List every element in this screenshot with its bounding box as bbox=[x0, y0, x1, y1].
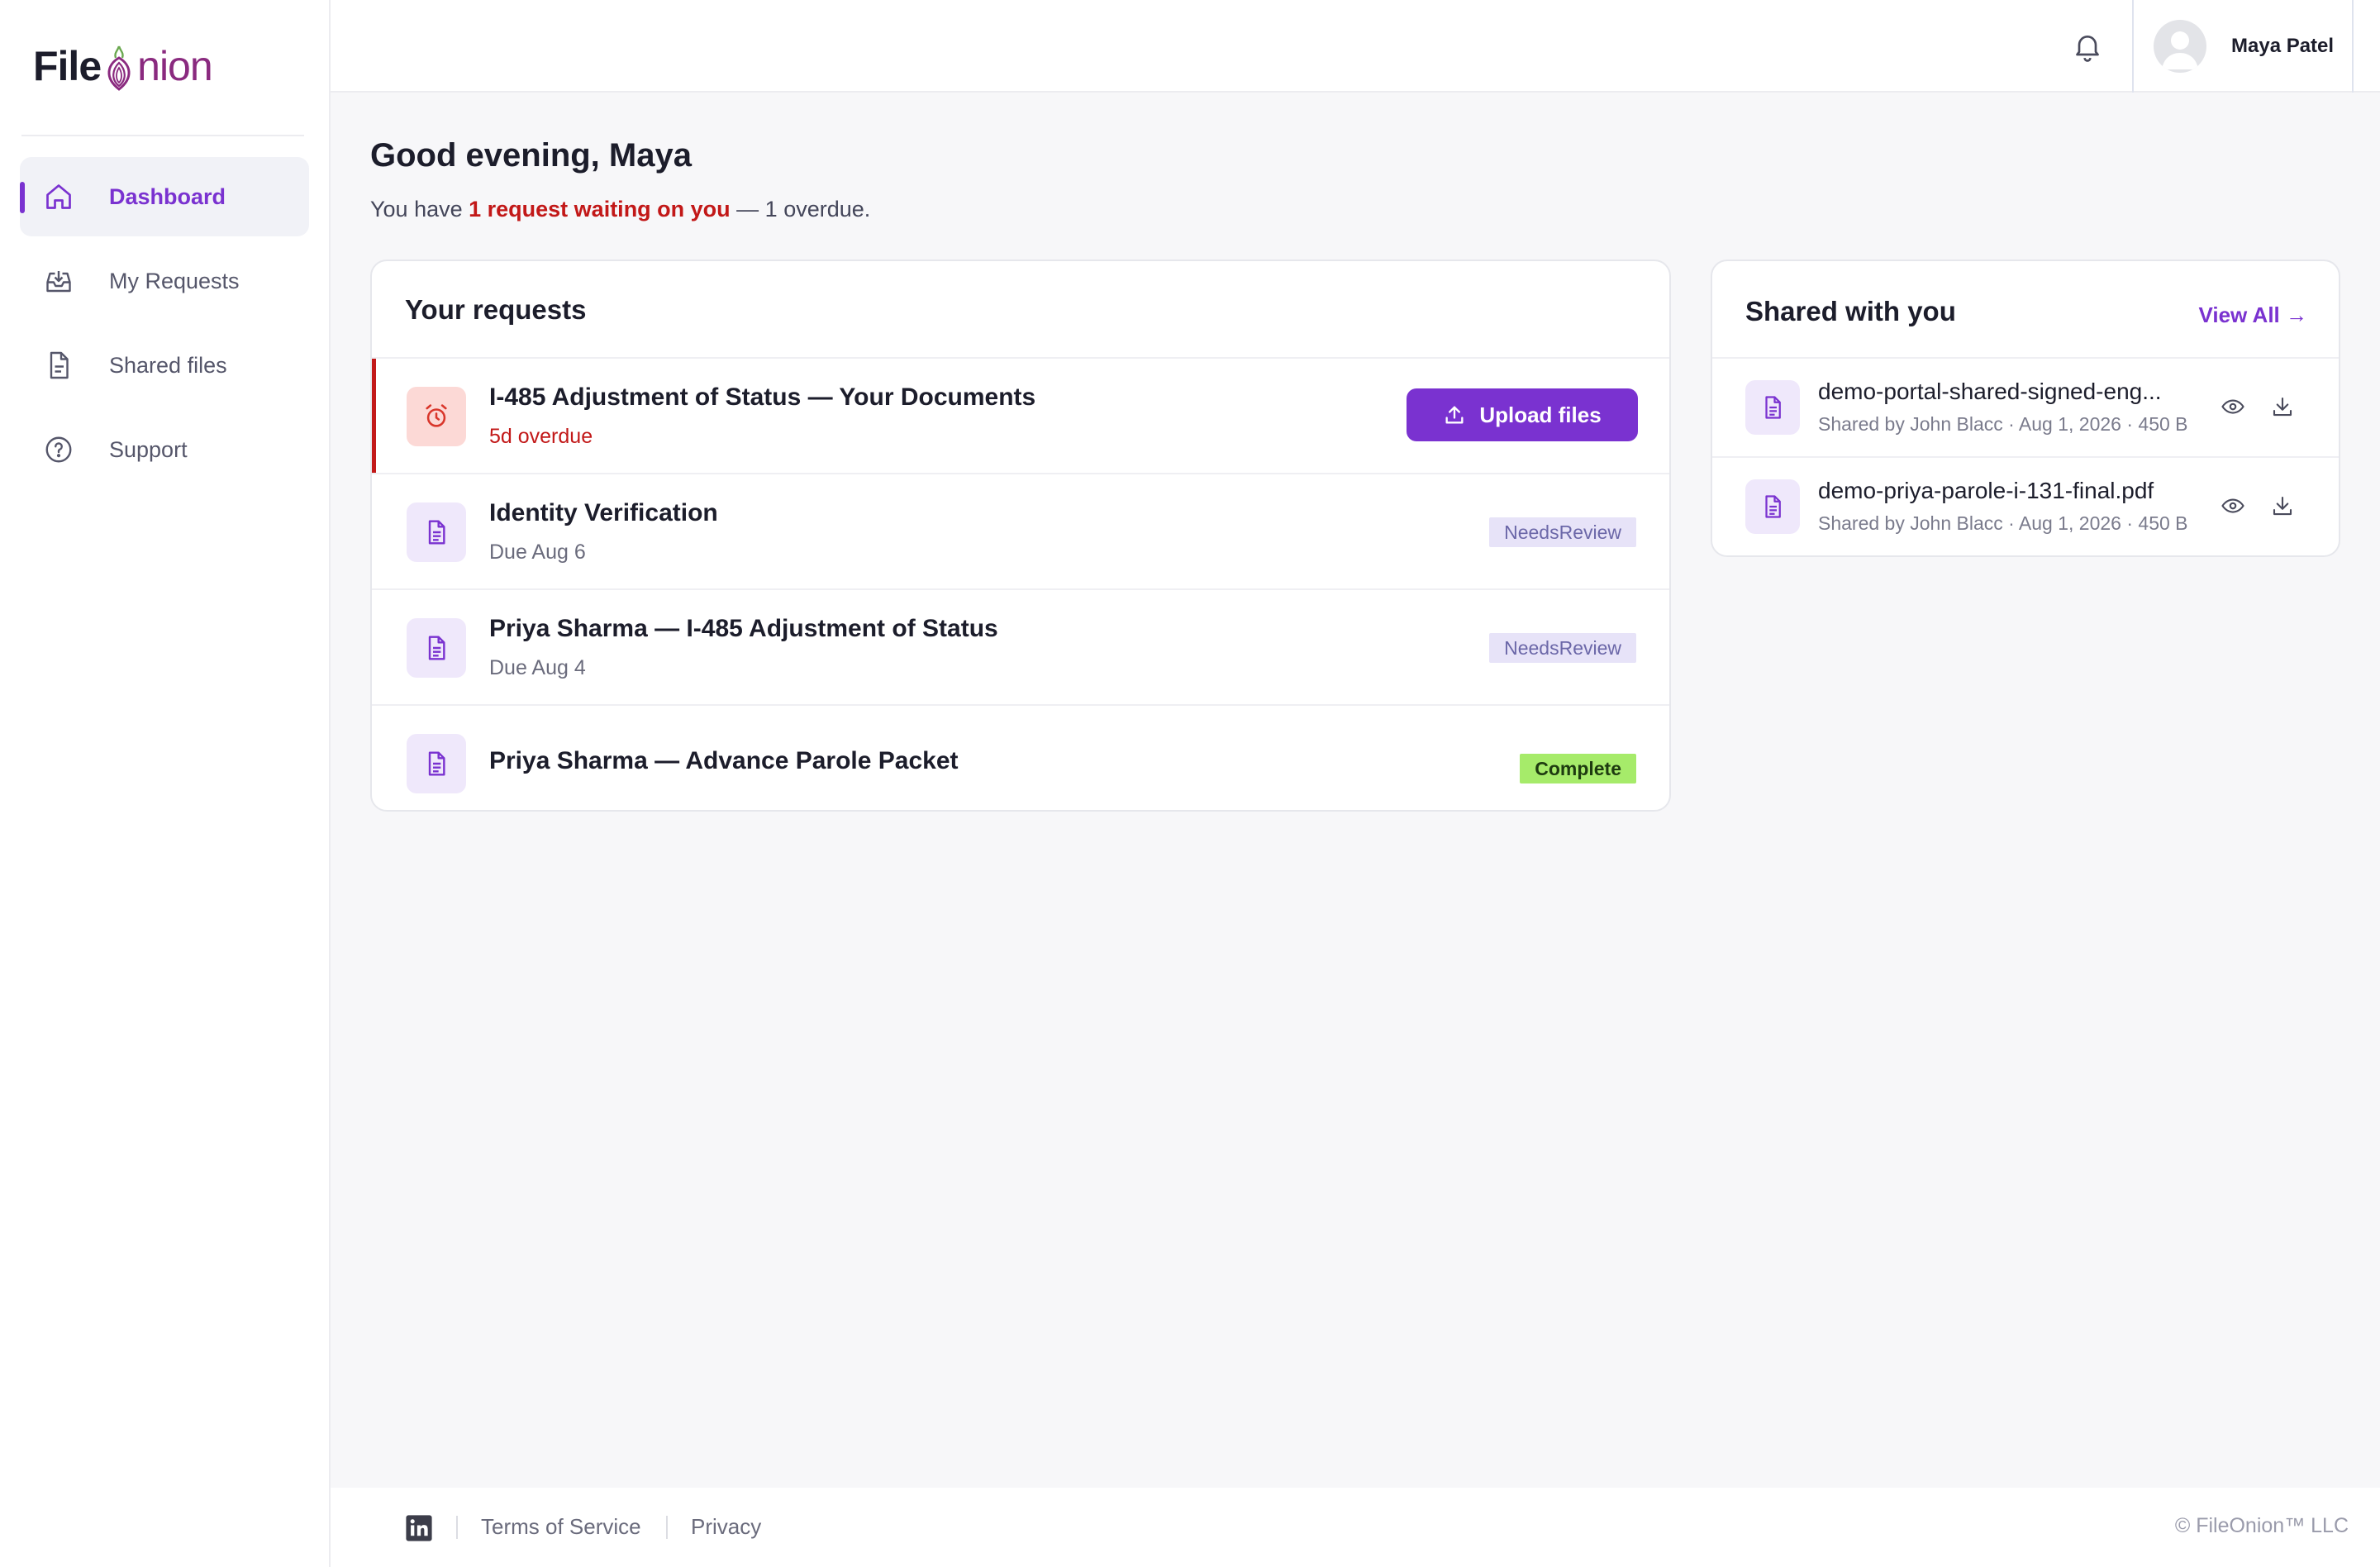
request-row[interactable]: Priya Sharma — I-485 Adjustment of Statu… bbox=[372, 588, 1669, 704]
eye-icon[interactable] bbox=[2218, 491, 2248, 521]
subtitle-prefix: You have bbox=[370, 197, 469, 221]
page-title: Good evening, Maya bbox=[370, 137, 692, 174]
sidebar-divider bbox=[21, 135, 304, 136]
request-overdue-label: 5d overdue bbox=[489, 425, 593, 448]
sidebar-item-label: Dashboard bbox=[109, 183, 226, 209]
logo-text-onion: nion bbox=[137, 43, 213, 89]
shared-files-card: Shared with you View All → demo-portal-s… bbox=[1711, 260, 2340, 557]
document-icon bbox=[407, 618, 466, 678]
document-icon bbox=[407, 734, 466, 793]
status-badge: NeedsReview bbox=[1489, 517, 1636, 547]
document-icon bbox=[407, 502, 466, 562]
status-badge: NeedsReview bbox=[1489, 633, 1636, 663]
user-menu[interactable]: Maya Patel bbox=[2132, 0, 2354, 93]
footer-divider bbox=[456, 1516, 458, 1539]
sidebar-item-my-requests[interactable]: My Requests bbox=[20, 241, 309, 321]
status-badge: Complete bbox=[1520, 754, 1636, 784]
shared-file-name: demo-portal-shared-signed-eng... bbox=[1818, 379, 2162, 404]
linkedin-icon[interactable] bbox=[405, 1514, 433, 1542]
request-title: I-485 Adjustment of Status — Your Docume… bbox=[489, 383, 1036, 411]
request-due-date: Due Aug 4 bbox=[489, 656, 586, 679]
user-name: Maya Patel bbox=[2231, 35, 2335, 57]
onion-logo-icon bbox=[107, 45, 131, 91]
shared-file-row[interactable]: demo-priya-parole-i-131-final.pdf Shared… bbox=[1712, 456, 2339, 555]
request-row[interactable]: Priya Sharma — Advance Parole Packet Com… bbox=[372, 704, 1669, 810]
download-icon[interactable] bbox=[2268, 392, 2297, 422]
eye-icon[interactable] bbox=[2218, 392, 2248, 422]
inbox-icon bbox=[43, 265, 74, 297]
upload-files-label: Upload files bbox=[1479, 402, 1602, 427]
request-row[interactable]: I-485 Adjustment of Status — Your Docume… bbox=[372, 357, 1669, 473]
sidebar-nav: Dashboard My Requests Shared files Suppo… bbox=[20, 157, 309, 494]
sidebar-item-label: Support bbox=[109, 436, 188, 462]
sidebar-item-dashboard[interactable]: Dashboard bbox=[20, 157, 309, 236]
sidebar-item-support[interactable]: Support bbox=[20, 410, 309, 489]
shared-file-name: demo-priya-parole-i-131-final.pdf bbox=[1818, 478, 2154, 503]
requests-card-title: Your requests bbox=[405, 294, 587, 325]
sidebar-item-label: Shared files bbox=[109, 352, 227, 378]
help-circle-icon bbox=[43, 434, 74, 465]
view-all-link[interactable]: View All → bbox=[2199, 302, 2308, 328]
document-icon bbox=[1745, 380, 1800, 435]
logo[interactable]: File nion bbox=[33, 33, 213, 99]
copyright: © FileOnion™ LLC bbox=[2174, 1514, 2349, 1537]
upload-icon bbox=[1445, 406, 1464, 424]
request-title: Identity Verification bbox=[489, 499, 718, 526]
request-due-date: Due Aug 6 bbox=[489, 541, 586, 564]
request-title: Priya Sharma — Advance Parole Packet bbox=[489, 747, 959, 774]
logo-text-file: File bbox=[33, 43, 102, 89]
alarm-clock-icon bbox=[407, 387, 466, 446]
sidebar: File nion Dashboard My Requests Shared f… bbox=[0, 0, 331, 1567]
request-title: Priya Sharma — I-485 Adjustment of Statu… bbox=[489, 615, 998, 642]
file-icon bbox=[43, 350, 74, 381]
bell-icon[interactable] bbox=[2071, 30, 2104, 63]
avatar bbox=[2154, 20, 2206, 73]
upload-files-button[interactable]: Upload files bbox=[1407, 388, 1638, 441]
shared-file-row[interactable]: demo-portal-shared-signed-eng... Shared … bbox=[1712, 357, 2339, 456]
shared-card-title: Shared with you bbox=[1745, 296, 1956, 326]
subtitle-suffix: — 1 overdue. bbox=[730, 197, 871, 221]
document-icon bbox=[1745, 479, 1800, 534]
footer-divider bbox=[666, 1516, 668, 1539]
shared-file-meta: Shared by John Blacc · Aug 1, 2026 · 450… bbox=[1818, 512, 2188, 534]
request-row[interactable]: Identity Verification Due Aug 6 NeedsRev… bbox=[372, 473, 1669, 588]
greeting-subtitle: You have 1 request waiting on you — 1 ov… bbox=[370, 197, 870, 222]
home-icon bbox=[43, 181, 74, 212]
pending-requests-highlight[interactable]: 1 request waiting on you bbox=[469, 197, 731, 221]
sidebar-item-label: My Requests bbox=[109, 268, 240, 293]
download-icon[interactable] bbox=[2268, 491, 2297, 521]
requests-card: Your requests I-485 Adjustment of Status… bbox=[370, 260, 1671, 812]
terms-of-service-link[interactable]: Terms of Service bbox=[481, 1514, 641, 1540]
shared-file-meta: Shared by John Blacc · Aug 1, 2026 · 450… bbox=[1818, 413, 2188, 435]
sidebar-item-shared-files[interactable]: Shared files bbox=[20, 326, 309, 405]
privacy-link[interactable]: Privacy bbox=[691, 1514, 761, 1540]
